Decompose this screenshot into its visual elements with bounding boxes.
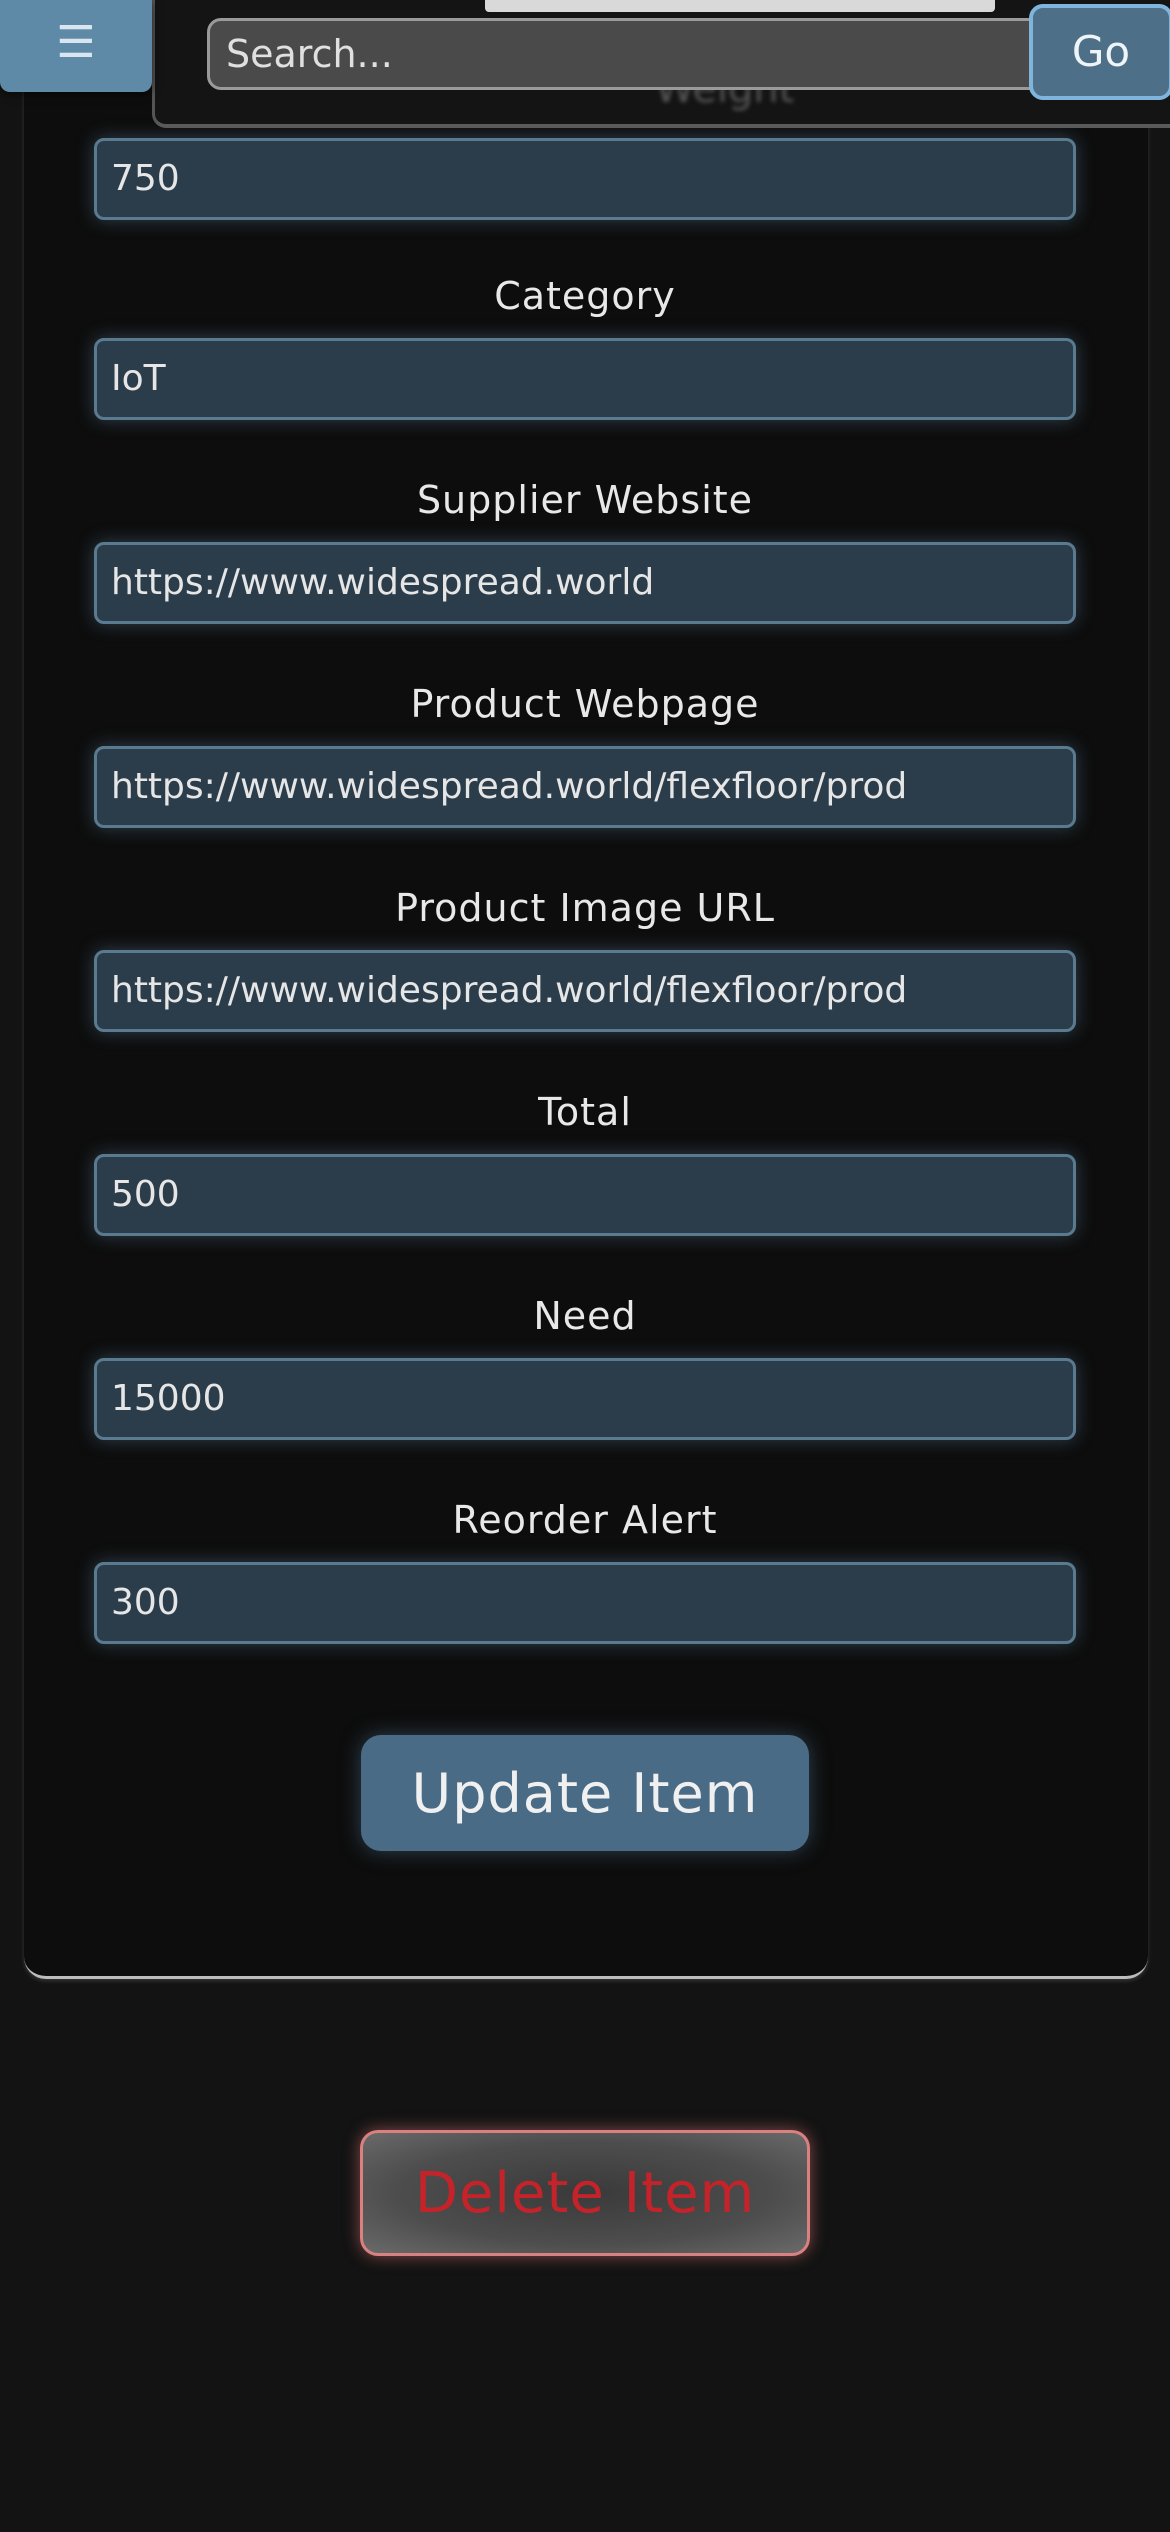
reorder-alert-field: Reorder Alert 300: [94, 1492, 1076, 1644]
category-input[interactable]: IoT: [94, 338, 1076, 420]
menu-button[interactable]: ☰: [0, 0, 152, 92]
weight-input[interactable]: 750: [94, 138, 1076, 220]
need-label: Need: [533, 1294, 637, 1338]
search-input[interactable]: Search...: [207, 18, 1037, 90]
total-label: Total: [538, 1090, 632, 1134]
category-field: Category IoT: [94, 268, 1076, 420]
weight-field: 750: [94, 138, 1076, 220]
hamburger-menu-icon: ☰: [56, 17, 96, 68]
product-image-url-input[interactable]: https://www.widespread.world/flexfloor/p…: [94, 950, 1076, 1032]
supplier-website-input[interactable]: https://www.widespread.world: [94, 542, 1076, 624]
delete-item-button[interactable]: Delete Item: [360, 2130, 810, 2256]
product-image-url-field: Product Image URL https://www.widespread…: [94, 880, 1076, 1032]
reorder-alert-input[interactable]: 300: [94, 1562, 1076, 1644]
product-webpage-input[interactable]: https://www.widespread.world/flexfloor/p…: [94, 746, 1076, 828]
product-webpage-field: Product Webpage https://www.widespread.w…: [94, 676, 1076, 828]
page-heading-fragment: [485, 0, 995, 12]
product-webpage-label: Product Webpage: [410, 682, 760, 726]
category-label: Category: [494, 274, 676, 318]
reorder-alert-label: Reorder Alert: [452, 1498, 718, 1542]
need-input[interactable]: 15000: [94, 1358, 1076, 1440]
supplier-website-label: Supplier Website: [416, 478, 754, 522]
search-bar: Weight Search... Go: [152, 0, 1170, 128]
need-field: Need 15000: [94, 1288, 1076, 1440]
product-image-url-label: Product Image URL: [395, 886, 775, 930]
update-item-button[interactable]: Update Item: [361, 1735, 809, 1851]
supplier-website-field: Supplier Website https://www.widespread.…: [94, 472, 1076, 624]
go-button[interactable]: Go: [1029, 4, 1170, 100]
total-input[interactable]: 500: [94, 1154, 1076, 1236]
page: 750 Category IoT Supplier Website https:…: [0, 0, 1170, 2532]
total-field: Total 500: [94, 1084, 1076, 1236]
